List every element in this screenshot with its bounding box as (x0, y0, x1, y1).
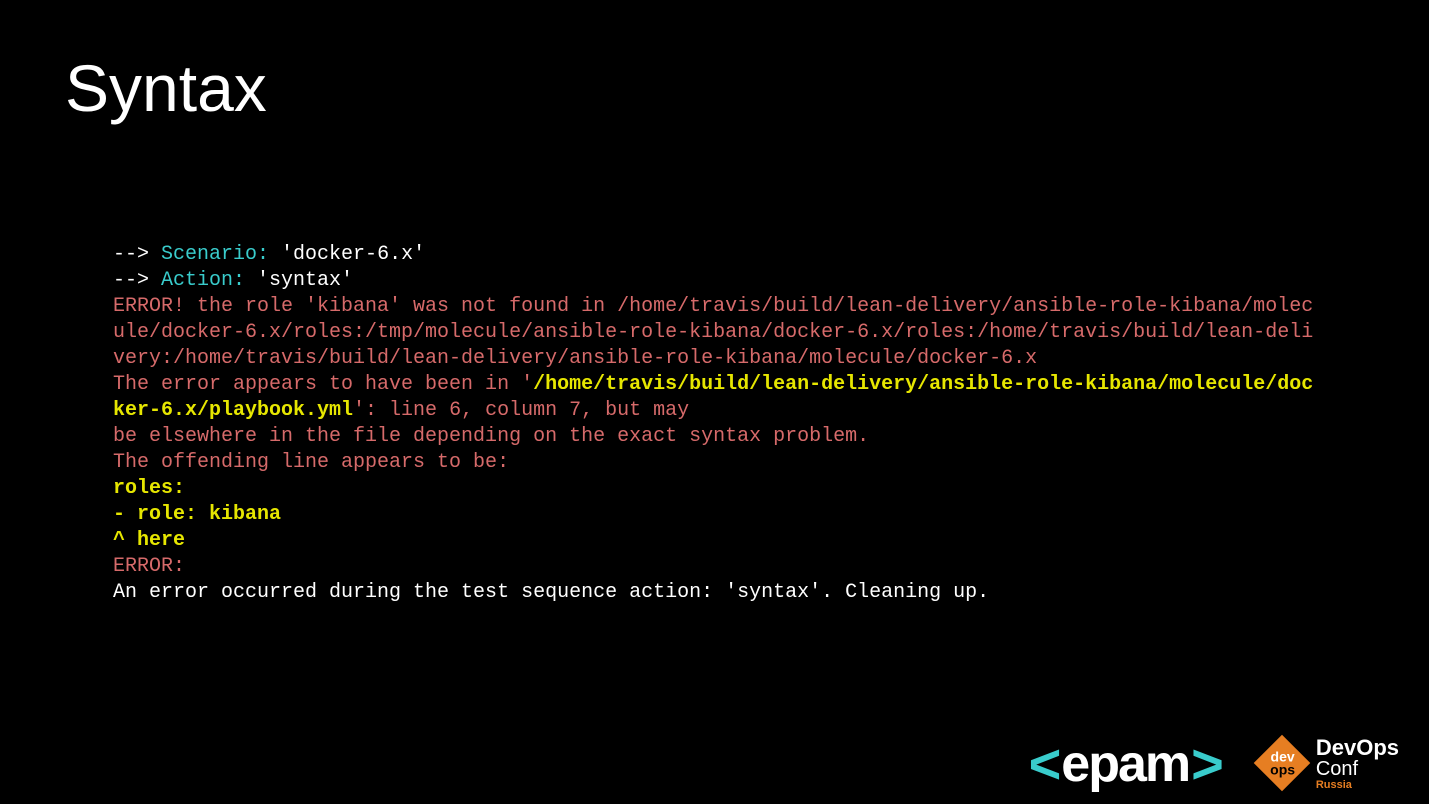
epam-logo: < epam > (1029, 736, 1222, 792)
logos: < epam > dev ops DevOps Conf Russia (1029, 736, 1399, 792)
slide-title: Syntax (65, 50, 1364, 126)
elsewhere-line: be elsewhere in the file depending on th… (113, 425, 869, 448)
box-ops: ops (1269, 763, 1294, 776)
terminal-output: --> Scenario: 'docker-6.x' --> Action: '… (113, 216, 1324, 606)
arrow: --> (113, 243, 161, 266)
devops-word: DevOps (1316, 737, 1399, 759)
slide: Syntax --> Scenario: 'docker-6.x' --> Ac… (0, 0, 1429, 804)
offending-line: The offending line appears to be: (113, 451, 509, 474)
final-msg: An error occurred during the test sequen… (113, 581, 989, 604)
devops-text: DevOps Conf Russia (1316, 737, 1399, 791)
scenario-val: 'docker-6.x' (281, 243, 425, 266)
action-val: 'syntax' (257, 269, 353, 292)
epam-name: epam (1061, 738, 1189, 790)
error-label: ERROR: (113, 555, 185, 578)
devops-conf-logo: dev ops DevOps Conf Russia (1262, 737, 1399, 791)
epam-angle-left: < (1029, 736, 1060, 792)
devops-box-icon: dev ops (1254, 735, 1311, 792)
scenario-key: Scenario: (161, 243, 281, 266)
arrow: --> (113, 269, 161, 292)
russia-word: Russia (1316, 780, 1399, 791)
role-kibana-line: - role: kibana (113, 503, 281, 526)
error-role-not-found: ERROR! the role 'kibana' was not found i… (113, 295, 1313, 370)
epam-angle-right: > (1191, 736, 1222, 792)
action-key: Action: (161, 269, 257, 292)
appears-post: ': line 6, column 7, but may (353, 399, 689, 422)
conf-word: Conf (1316, 759, 1399, 779)
roles-line: roles: (113, 477, 185, 500)
here-line: ^ here (113, 529, 185, 552)
appears-pre: The error appears to have been in ' (113, 373, 533, 396)
